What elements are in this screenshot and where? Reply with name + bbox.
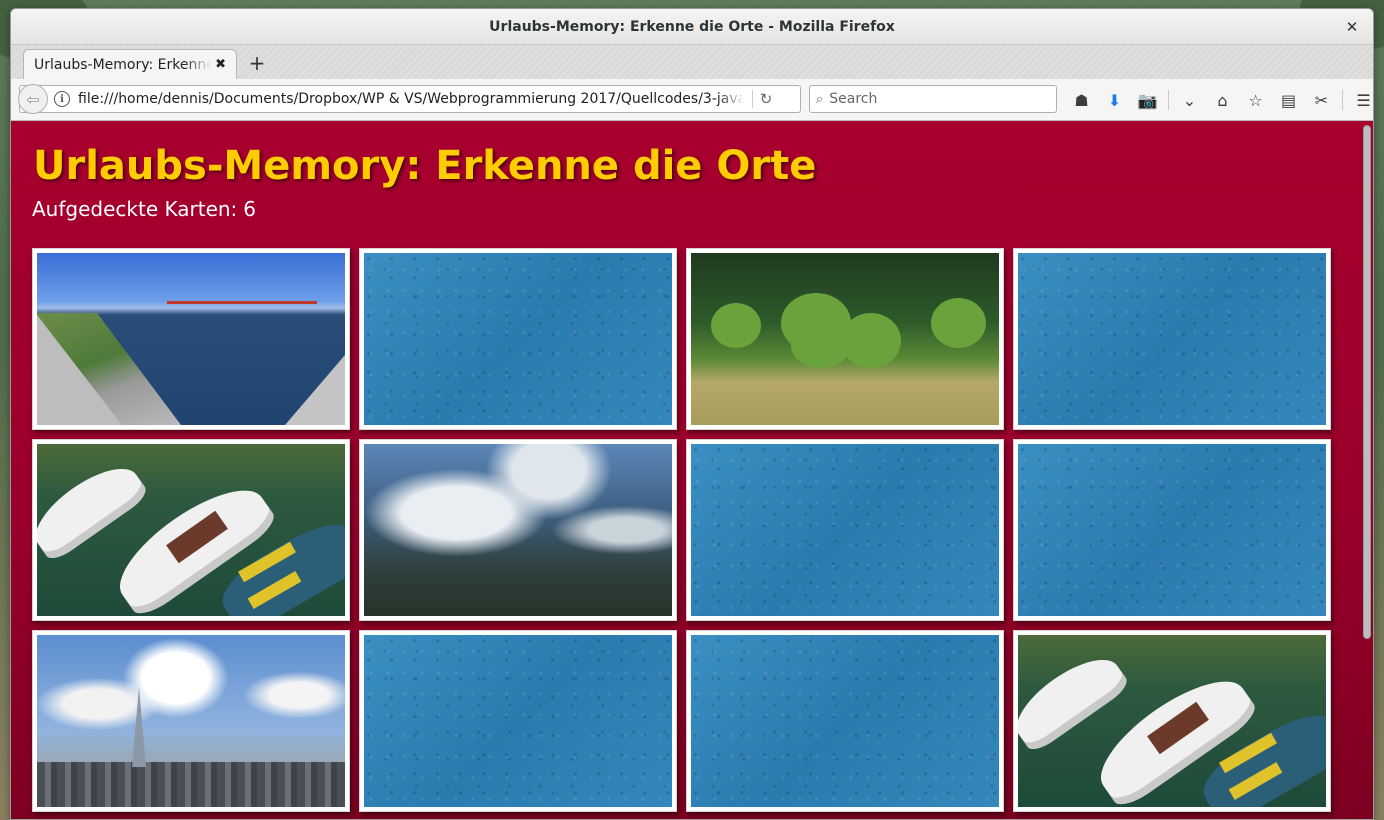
card-back-image [364, 253, 672, 425]
memory-card-hidden[interactable] [359, 248, 677, 430]
lisbon-river-image [37, 253, 345, 425]
counter-value: 6 [243, 197, 257, 221]
memory-card-hidden[interactable] [686, 630, 1004, 812]
london-skyline-image [37, 635, 345, 807]
memory-card-hidden[interactable] [686, 439, 1004, 621]
page-content: Urlaubs-Memory: Erkenne die Orte Aufgede… [11, 121, 1373, 819]
harbour-boats-image [37, 444, 345, 616]
memory-card-revealed[interactable] [32, 630, 350, 812]
memory-card-revealed[interactable] [32, 439, 350, 621]
revealed-counter: Aufgedeckte Karten: 6 [32, 197, 256, 221]
url-bar[interactable]: ⇦ i file:///home/dennis/Documents/Dropbo… [18, 84, 801, 114]
site-info-icon[interactable]: i [54, 91, 70, 107]
window-close-icon[interactable]: ✕ [1341, 16, 1363, 38]
memory-card-hidden[interactable] [1013, 439, 1331, 621]
scrollbar[interactable] [1363, 125, 1371, 819]
pocket-icon[interactable]: ⌄ [1173, 87, 1206, 113]
forest-meadow-image [691, 253, 999, 425]
harbour-boats-image [1018, 635, 1326, 807]
extension-icon[interactable]: ✂ [1305, 87, 1338, 113]
tab-active[interactable]: Urlaubs-Memory: Erkenne die Orte ✖ [23, 49, 237, 79]
tab-label: Urlaubs-Memory: Erkenne die Orte [34, 56, 212, 73]
tab-close-icon[interactable]: ✖ [215, 57, 226, 72]
memory-card-revealed[interactable] [32, 248, 350, 430]
page-title: Urlaubs-Memory: Erkenne die Orte [33, 143, 817, 189]
new-tab-button[interactable]: + [245, 51, 269, 75]
scrollbar-thumb[interactable] [1363, 125, 1371, 639]
memory-card-revealed[interactable] [1013, 630, 1331, 812]
reload-icon[interactable]: ↻ [753, 90, 779, 108]
card-back-image [1018, 253, 1326, 425]
card-back-image [691, 444, 999, 616]
tab-strip: Urlaubs-Memory: Erkenne die Orte ✖ + [11, 45, 1373, 79]
memory-card-revealed[interactable] [686, 248, 1004, 430]
screenshot-icon[interactable]: 📷 [1131, 87, 1164, 113]
browser-window: Urlaubs-Memory: Erkenne die Orte - Mozil… [10, 8, 1374, 820]
card-back-image [1018, 444, 1326, 616]
card-back-image [691, 635, 999, 807]
reading-list-icon[interactable]: ▤ [1272, 87, 1305, 113]
memory-card-hidden[interactable] [1013, 248, 1331, 430]
search-bar[interactable]: ⌕ [809, 85, 1057, 113]
memory-card-revealed[interactable] [359, 439, 677, 621]
card-back-image [364, 635, 672, 807]
menu-icon[interactable]: ☰ [1347, 87, 1373, 113]
identity-icon[interactable]: ☗ [1065, 87, 1098, 113]
download-icon[interactable]: ⬇ [1098, 87, 1131, 113]
window-title: Urlaubs-Memory: Erkenne die Orte - Mozil… [489, 18, 895, 35]
toolbar-separator [1168, 90, 1169, 110]
toolbar-separator [1342, 90, 1343, 110]
memory-card-hidden[interactable] [359, 630, 677, 812]
home-icon[interactable]: ⌂ [1206, 87, 1239, 113]
back-arrow-icon[interactable]: ⇦ [18, 84, 48, 114]
navigation-toolbar: ⇦ i file:///home/dennis/Documents/Dropbo… [11, 79, 1373, 121]
counter-label: Aufgedeckte Karten: [32, 197, 238, 221]
cloud-reflection-image [364, 444, 672, 616]
search-icon: ⌕ [816, 91, 824, 107]
url-text[interactable]: file:///home/dennis/Documents/Dropbox/WP… [78, 91, 744, 107]
search-input[interactable] [829, 91, 1030, 107]
window-titlebar[interactable]: Urlaubs-Memory: Erkenne die Orte - Mozil… [11, 9, 1373, 45]
toolbar-icons: ☗ ⬇ 📷 ⌄ ⌂ ☆ ▤ ✂ ☰ [1065, 87, 1373, 113]
bookmark-star-icon[interactable]: ☆ [1239, 87, 1272, 113]
